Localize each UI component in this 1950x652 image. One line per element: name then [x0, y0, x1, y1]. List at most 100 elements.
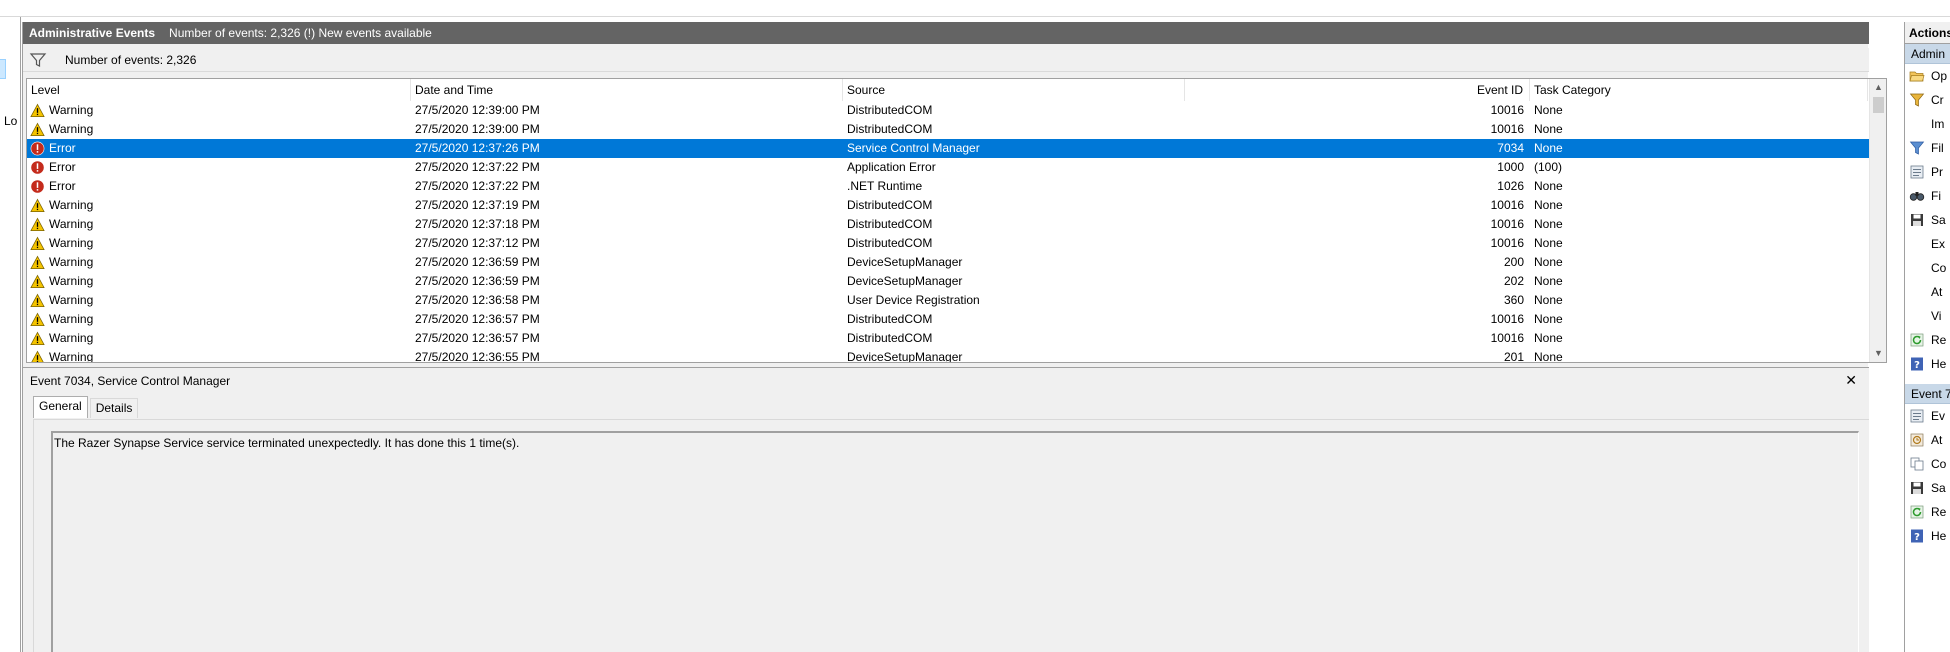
cell-date-time: 27/5/2020 12:39:00 PM [415, 122, 540, 136]
table-row[interactable]: Warning 27/5/2020 12:36:59 PM DeviceSetupM… [27, 253, 1885, 272]
column-header-task-category[interactable]: Task Category [1530, 79, 1868, 101]
cell-source: DeviceSetupManager [847, 350, 963, 363]
blank-icon [1909, 284, 1925, 300]
table-row[interactable]: Warning 27/5/2020 12:37:12 PM DistributedC… [27, 234, 1885, 253]
action-item[interactable]: Sa [1905, 208, 1950, 232]
cell-event-id: 1000 [1497, 160, 1524, 174]
cell-level: Warning [27, 329, 411, 348]
action-label: Ev [1931, 409, 1946, 423]
level-label: Error [49, 160, 76, 174]
action-item[interactable]: Re [1905, 328, 1950, 352]
action-item[interactable]: Ev [1905, 404, 1950, 428]
table-row[interactable]: Warning 27/5/2020 12:36:57 PM DistributedC… [27, 310, 1885, 329]
cell-event-id: 10016 [1490, 103, 1524, 117]
cell-level: Warning [27, 101, 411, 120]
action-item[interactable]: Vi [1905, 304, 1950, 328]
level-label: Warning [49, 236, 94, 250]
action-item[interactable]: Im [1905, 112, 1950, 136]
action-label: Pr [1931, 165, 1943, 179]
action-item[interactable]: Re [1905, 500, 1950, 524]
cell-event-id: 10016 [1490, 331, 1524, 345]
tree-node-label[interactable]: Lo [4, 114, 17, 128]
svg-text:?: ? [1914, 532, 1920, 543]
event-properties-icon [1910, 409, 1924, 423]
blank-icon [1909, 260, 1925, 276]
warning-icon [30, 331, 45, 345]
scroll-up-icon[interactable]: ▲ [1870, 79, 1886, 96]
table-row[interactable]: Warning 27/5/2020 12:36:58 PM User Device … [27, 291, 1885, 310]
level-label: Warning [49, 331, 94, 345]
warning-icon [30, 312, 45, 326]
tab-details[interactable]: Details [89, 398, 139, 418]
column-header-source[interactable]: Source [843, 79, 1185, 101]
table-row[interactable]: Error 27/5/2020 12:37:22 PM .NET Runtime 10… [27, 177, 1885, 196]
tab-general[interactable]: General [33, 396, 88, 418]
table-row-selected[interactable]: Error 27/5/2020 12:37:26 PM Service Contro… [27, 139, 1885, 158]
cell-task-category: None [1534, 236, 1563, 250]
action-item[interactable]: ? He [1905, 524, 1950, 548]
view-title: Administrative Events [29, 26, 156, 40]
action-item[interactable]: Co [1905, 256, 1950, 280]
view-header: Administrative Events Number of events: … [23, 22, 1869, 44]
error-icon [30, 141, 45, 156]
action-label: Im [1931, 117, 1945, 131]
actions-section-header[interactable]: Event 7 [1905, 384, 1950, 404]
find-icon [1909, 192, 1925, 201]
cell-task-category: None [1534, 331, 1563, 345]
cell-level: Error [27, 139, 411, 158]
level-label: Warning [49, 293, 94, 307]
action-label: At [1931, 433, 1943, 447]
events-table[interactable]: Level Date and Time Source Event ID Task… [26, 78, 1887, 363]
scroll-thumb[interactable] [1873, 97, 1884, 113]
table-row[interactable]: Warning 27/5/2020 12:36:57 PM DistributedC… [27, 329, 1885, 348]
action-item[interactable]: Op [1905, 64, 1950, 88]
action-item[interactable]: Sa [1905, 476, 1950, 500]
action-item[interactable]: Ex [1905, 232, 1950, 256]
table-row[interactable]: Error 27/5/2020 12:37:22 PM Application Er… [27, 158, 1885, 177]
action-item[interactable]: Cr [1905, 88, 1950, 112]
cell-task-category: None [1534, 255, 1563, 269]
action-item[interactable]: ? He [1905, 352, 1950, 376]
cell-event-id: 10016 [1490, 122, 1524, 136]
action-item[interactable]: Fil [1905, 136, 1950, 160]
warning-icon [30, 122, 45, 136]
action-item[interactable]: At [1905, 428, 1950, 452]
table-row[interactable]: Warning 27/5/2020 12:39:00 PM DistributedC… [27, 101, 1885, 120]
actions-spacer [1905, 376, 1950, 384]
attach-task-icon [1910, 433, 1924, 447]
tree-selected-node[interactable] [0, 59, 6, 79]
action-item[interactable]: Pr [1905, 160, 1950, 184]
warning-icon [30, 198, 45, 212]
action-label: Re [1931, 333, 1947, 347]
action-item[interactable]: Co [1905, 452, 1950, 476]
cell-event-id: 10016 [1490, 198, 1524, 212]
filter-icon [1909, 141, 1925, 155]
scroll-down-icon[interactable]: ▼ [1870, 345, 1886, 362]
table-row[interactable]: Warning 27/5/2020 12:36:55 PM DeviceSetupM… [27, 348, 1885, 363]
table-header: Level Date and Time Source Event ID Task… [27, 79, 1885, 101]
cell-date-time: 27/5/2020 12:37:19 PM [415, 198, 540, 212]
event-description[interactable]: The Razer Synapse Service service termin… [51, 431, 1859, 652]
cell-task-category: (100) [1534, 160, 1563, 174]
cell-source: .NET Runtime [847, 179, 923, 193]
close-icon[interactable]: ✕ [1845, 372, 1857, 389]
table-row[interactable]: Warning 27/5/2020 12:37:18 PM DistributedC… [27, 215, 1885, 234]
save-icon [1911, 482, 1923, 494]
table-row[interactable]: Warning 27/5/2020 12:39:00 PM DistributedC… [27, 120, 1885, 139]
action-item[interactable]: At [1905, 280, 1950, 304]
column-header-event-id[interactable]: Event ID [1185, 79, 1530, 101]
cell-task-category: None [1534, 274, 1563, 288]
table-row[interactable]: Warning 27/5/2020 12:36:59 PM DeviceSetupM… [27, 272, 1885, 291]
cell-event-id: 7034 [1497, 141, 1524, 155]
cell-date-time: 27/5/2020 12:36:55 PM [415, 350, 540, 363]
vertical-scrollbar[interactable]: ▲ ▼ [1869, 79, 1886, 362]
column-header-level[interactable]: Level [27, 79, 411, 101]
error-icon [30, 179, 45, 194]
action-item[interactable]: Fi [1905, 184, 1950, 208]
actions-section-header[interactable]: Admin [1905, 44, 1950, 64]
cell-level: Warning [27, 291, 411, 310]
navigation-tree-pane[interactable]: Lo [0, 17, 21, 652]
table-row[interactable]: Warning 27/5/2020 12:37:19 PM DistributedC… [27, 196, 1885, 215]
column-header-date[interactable]: Date and Time [411, 79, 843, 101]
cell-event-id: 202 [1503, 274, 1524, 288]
